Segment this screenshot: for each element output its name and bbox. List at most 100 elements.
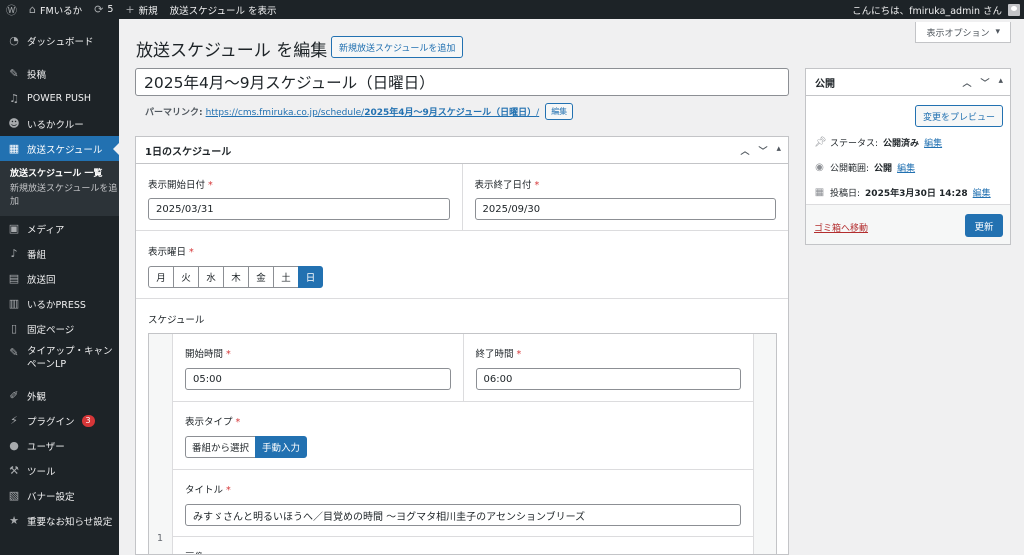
sidebar-item-appearance[interactable]: ✐ 外観 xyxy=(0,383,119,408)
start-date-label-text: 表示開始日付 xyxy=(148,180,206,191)
day-row: 表示曜日 * 月 火 水 木 金 土 日 xyxy=(136,231,788,299)
required-mark: * xyxy=(235,417,241,428)
main-content: 表示オプション ▾ 放送スケジュール を編集 新規放送スケジュールを追加 2025… xyxy=(119,19,1024,555)
sidebar-item-label: ユーザー xyxy=(27,441,65,453)
title-row: タイトル * みすゞさんと明るいほうへ／目覚めの時間 〜ヨグマタ相川圭子のアセン… xyxy=(173,470,753,537)
sidebar-item-label: ダッシュボード xyxy=(27,36,94,48)
status-edit-link[interactable]: 編集 xyxy=(924,136,942,149)
visibility-line: ◉ 公開範囲: 公開 編集 xyxy=(814,161,915,174)
permalink-edit-button[interactable]: 編集 xyxy=(545,103,574,120)
account-menu[interactable]: こんにちは、fmiruka_admin さん xyxy=(846,0,1024,19)
type-button-manual[interactable]: 手動入力 xyxy=(255,436,308,458)
sidebar-item-power-push[interactable]: ♫ POWER PUSH xyxy=(0,86,119,111)
type-label: 表示タイプ * xyxy=(185,414,741,428)
visibility-value: 公開 xyxy=(874,164,893,174)
sidebar-item-programs[interactable]: ♪ 番組 xyxy=(0,241,119,266)
sidebar-item-notices[interactable]: ★ 重要なお知らせ設定 xyxy=(0,508,119,533)
title-label-text: タイトル xyxy=(185,485,224,496)
sidebar-item-users[interactable]: ● ユーザー xyxy=(0,433,119,458)
sidebar-item-posts[interactable]: ✎ 投稿 xyxy=(0,61,119,86)
wrench-icon: ⚒ xyxy=(9,464,19,477)
screen-options-label: 表示オプション xyxy=(926,28,990,39)
page-icon: ▯ xyxy=(10,322,18,335)
sidebar-item-label: いるかPRESS xyxy=(27,299,86,311)
dashboard-icon: ◔ xyxy=(9,34,19,47)
move-down-icon[interactable]: ﹀ xyxy=(758,144,767,157)
preview-changes-button[interactable]: 変更をプレビュー xyxy=(914,105,1003,127)
new-content-link[interactable]: + 新規 xyxy=(119,0,163,19)
end-time-input[interactable]: 06:00 xyxy=(475,368,741,390)
site-name: FMいるか xyxy=(39,5,83,17)
calendar-icon: ▦ xyxy=(8,142,20,155)
site-name-link[interactable]: ⌂ FMいるか xyxy=(23,0,88,19)
sidebar-item-banner[interactable]: ▧ バナー設定 xyxy=(0,483,119,508)
end-date-input[interactable]: 2025/09/30 xyxy=(474,198,776,220)
type-button-select-program[interactable]: 番組から選択 xyxy=(185,436,256,458)
star-icon: ★ xyxy=(9,514,19,527)
wordpress-icon: Ⓦ xyxy=(6,3,17,17)
day-button-sun[interactable]: 日 xyxy=(298,266,323,288)
pin-icon: ✎ xyxy=(9,346,19,359)
schedule-repeater: 開始時間 * 05:00 終了時間 * 06:00 表示タイプ * 番組から選択… xyxy=(148,333,777,554)
required-mark: * xyxy=(534,180,540,191)
wp-logo-button[interactable]: Ⓦ xyxy=(0,0,23,19)
sidebar-item-tools[interactable]: ⚒ ツール xyxy=(0,458,119,483)
trash-link[interactable]: ゴミ箱へ移動 xyxy=(814,221,868,234)
permalink-link[interactable]: https://cms.fmiruka.co.jp/schedule/2025年… xyxy=(206,105,540,118)
post-title-input[interactable]: 2025年4月〜9月スケジュール（日曜日） xyxy=(135,68,789,96)
start-date-input[interactable]: 2025/03/31 xyxy=(148,198,450,220)
sidebar-item-label: 放送回 xyxy=(27,274,56,286)
view-label: 放送スケジュール を表示 xyxy=(169,5,277,17)
time-row: 開始時間 * 05:00 終了時間 * 06:00 xyxy=(173,334,753,402)
day-button-mon[interactable]: 月 xyxy=(148,266,173,288)
sidebar-item-campaign-lp[interactable]: ✎ タイアップ・キャンペーンLP xyxy=(0,341,119,375)
episode-icon: ▤ xyxy=(8,272,20,285)
sidebar-item-dashboard[interactable]: ◔ ダッシュボード xyxy=(0,28,119,53)
toggle-icon[interactable]: ▴ xyxy=(998,76,1003,89)
required-mark: * xyxy=(208,180,213,191)
add-new-button[interactable]: 新規放送スケジュールを追加 xyxy=(331,36,464,58)
submenu-schedule-list[interactable]: 放送スケジュール 一覧 xyxy=(10,167,119,182)
metabox-header: 1日のスケジュール ︿ ﹀ ▴ xyxy=(136,137,788,164)
sidebar-item-schedule[interactable]: ▦ 放送スケジュール xyxy=(0,136,119,161)
permalink: パーマリンク: https://cms.fmiruka.co.jp/schedu… xyxy=(145,103,574,120)
submenu-schedule-add[interactable]: 新規放送スケジュールを追加 xyxy=(10,182,119,210)
sidebar-item-plugins[interactable]: ⚡ プラグイン 3 xyxy=(0,408,119,433)
date-row: 表示開始日付 * 2025/03/31 表示終了日付 * 2025/09/30 xyxy=(136,164,788,231)
date-edit-link[interactable]: 編集 xyxy=(973,186,991,199)
required-mark: * xyxy=(226,349,231,360)
end-date-label-text: 表示終了日付 xyxy=(474,180,532,191)
brush-icon: ✐ xyxy=(9,389,19,402)
day-button-thu[interactable]: 木 xyxy=(223,266,248,288)
day-button-fri[interactable]: 金 xyxy=(248,266,273,288)
view-post-link[interactable]: 放送スケジュール を表示 xyxy=(164,0,283,19)
visibility-edit-link[interactable]: 編集 xyxy=(897,161,915,174)
sidebar-item-episodes[interactable]: ▤ 放送回 xyxy=(0,266,119,291)
day-button-sat[interactable]: 土 xyxy=(273,266,298,288)
day-button-wed[interactable]: 水 xyxy=(198,266,223,288)
start-time-input[interactable]: 05:00 xyxy=(185,368,451,390)
sidebar-item-label: メディア xyxy=(27,224,65,236)
sidebar-item-pages[interactable]: ▯ 固定ページ xyxy=(0,316,119,341)
page-title: 放送スケジュール を編集 xyxy=(136,41,328,61)
sidebar-item-press[interactable]: ▥ いるかPRESS xyxy=(0,291,119,316)
update-button[interactable]: 更新 xyxy=(965,214,1003,237)
row-number: 1 xyxy=(157,533,164,544)
visibility-label: 公開範囲: xyxy=(830,164,870,174)
publish-footer: ゴミ箱へ移動 更新 xyxy=(806,204,1010,244)
move-up-icon[interactable]: ︿ xyxy=(962,76,971,89)
move-down-icon[interactable]: ﹀ xyxy=(980,76,989,89)
move-up-icon[interactable]: ︿ xyxy=(740,144,749,157)
end-time-label: 終了時間 * xyxy=(476,346,742,360)
sidebar-item-label: 外観 xyxy=(27,391,47,403)
sidebar-item-crew[interactable]: ☻ いるかクルー xyxy=(0,111,119,136)
updates-link[interactable]: ⟳ 5 xyxy=(88,0,119,19)
required-mark: * xyxy=(189,247,194,258)
day-button-tue[interactable]: 火 xyxy=(173,266,198,288)
toggle-icon[interactable]: ▴ xyxy=(776,144,781,157)
screen-options-button[interactable]: 表示オプション ▾ xyxy=(915,22,1011,43)
sidebar-item-media[interactable]: ▣ メディア xyxy=(0,216,119,241)
image-label: 画像 xyxy=(185,549,741,554)
user-icon: ● xyxy=(9,439,19,452)
program-title-input[interactable]: みすゞさんと明るいほうへ／目覚めの時間 〜ヨグマタ相川圭子のアセンションブリーズ xyxy=(185,504,741,526)
